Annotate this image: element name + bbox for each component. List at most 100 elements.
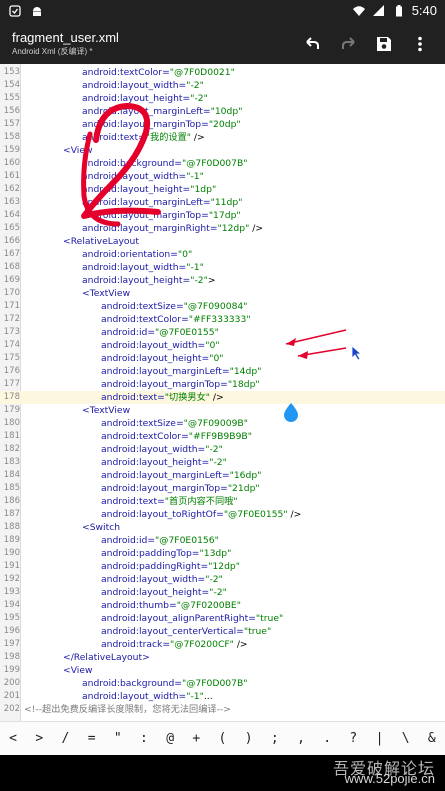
code-line[interactable]: 191 android:paddingRight="12dp" bbox=[0, 560, 445, 573]
more-options-button[interactable] bbox=[408, 32, 432, 56]
symbol-key[interactable]: . bbox=[314, 731, 340, 746]
line-number: 186 bbox=[3, 496, 20, 506]
code-token-tag: <View bbox=[63, 665, 93, 676]
code-line[interactable]: 165 android:layout_marginRight="12dp" /> bbox=[0, 222, 445, 235]
symbol-key[interactable]: : bbox=[131, 731, 157, 746]
code-token-val: "0" bbox=[205, 340, 220, 351]
code-line[interactable]: 181 android:textColor="#FF9B9B9B" bbox=[0, 430, 445, 443]
code-line[interactable]: 154 android:layout_width="-2" bbox=[0, 79, 445, 92]
symbol-key[interactable]: ( bbox=[209, 731, 235, 746]
symbol-key[interactable]: ? bbox=[340, 731, 366, 746]
code-line[interactable]: 180 android:textSize="@7F09009B" bbox=[0, 417, 445, 430]
code-token-val: "12dp" bbox=[217, 223, 250, 234]
symbol-key[interactable]: @ bbox=[157, 731, 183, 746]
code-line[interactable]: 164 android:layout_marginTop="17dp" bbox=[0, 209, 445, 222]
code-line[interactable]: 202 <!--超出免费反编译长度限制，您将无法回编译--> bbox=[0, 703, 445, 716]
status-time: 5:40 bbox=[411, 3, 437, 18]
line-number: 197 bbox=[3, 639, 20, 649]
symbol-key[interactable]: " bbox=[105, 731, 131, 746]
symbol-key[interactable]: < bbox=[0, 731, 26, 746]
code-line[interactable]: 155 android:layout_height="-2" bbox=[0, 92, 445, 105]
code-line[interactable]: 192 android:layout_width="-2" bbox=[0, 573, 445, 586]
navigation-bar: 吾爱破解论坛 www.52pojie.cn bbox=[0, 755, 445, 791]
code-line[interactable]: 197 android:track="@7F0200CF" /> bbox=[0, 638, 445, 651]
code-line[interactable]: 161 android:layout_width="-1" bbox=[0, 170, 445, 183]
code-content: android:layout_marginRight="12dp" /> bbox=[82, 222, 263, 235]
code-line[interactable]: 167 android:orientation="0" bbox=[0, 248, 445, 261]
code-line[interactable]: 194 android:thumb="@7F0200BE" bbox=[0, 599, 445, 612]
symbol-key[interactable]: + bbox=[183, 731, 209, 746]
code-line[interactable]: 188 <Switch bbox=[0, 521, 445, 534]
code-line[interactable]: 169 android:layout_height="-2"> bbox=[0, 274, 445, 287]
symbol-key[interactable]: ; bbox=[262, 731, 288, 746]
code-line[interactable]: 179 <TextView bbox=[0, 404, 445, 417]
code-line[interactable]: 199 <View bbox=[0, 664, 445, 677]
code-line[interactable]: 175 android:layout_height="0" bbox=[0, 352, 445, 365]
undo-button[interactable] bbox=[300, 32, 324, 56]
code-line[interactable]: 153 android:textColor="@7F0D0021" bbox=[0, 66, 445, 79]
code-content: android:layout_width="-1" bbox=[82, 261, 204, 274]
code-line[interactable]: 193 android:layout_height="-2" bbox=[0, 586, 445, 599]
code-line[interactable]: 159 <View bbox=[0, 144, 445, 157]
code-token-val: "true" bbox=[243, 626, 272, 637]
code-line[interactable]: 178 android:text="切换男女" /> bbox=[0, 391, 445, 404]
code-line[interactable]: 172 android:textColor="#FF333333" bbox=[0, 313, 445, 326]
symbol-key[interactable]: & bbox=[419, 731, 445, 746]
redo-button[interactable] bbox=[337, 32, 361, 56]
code-content: android:background="@7F0D007B" bbox=[82, 157, 248, 170]
code-editor[interactable]: 153 android:textColor="@7F0D0021" 154 andro… bbox=[0, 64, 445, 721]
code-content: android:layout_marginTop="21dp" bbox=[101, 482, 260, 495]
code-line[interactable]: 186 android:text="首页内容不同哦" bbox=[0, 495, 445, 508]
code-line[interactable]: 176 android:layout_marginLeft="14dp" bbox=[0, 365, 445, 378]
code-line[interactable]: 168 android:layout_width="-1" bbox=[0, 261, 445, 274]
code-token-attr: android:layout_height= bbox=[82, 275, 191, 286]
code-line[interactable]: 177 android:layout_marginTop="18dp" bbox=[0, 378, 445, 391]
code-line[interactable]: 166 <RelativeLayout bbox=[0, 235, 445, 248]
code-line[interactable]: 173 android:id="@7F0E0155" bbox=[0, 326, 445, 339]
code-line[interactable]: 195 android:layout_alignParentRight="true… bbox=[0, 612, 445, 625]
code-line[interactable]: 190 android:paddingTop="13dp" bbox=[0, 547, 445, 560]
line-number: 162 bbox=[3, 184, 20, 194]
save-button[interactable] bbox=[372, 32, 396, 56]
code-content: android:layout_width="-2" bbox=[101, 573, 223, 586]
code-line[interactable]: 160 android:background="@7F0D007B" bbox=[0, 157, 445, 170]
code-token-attr: android:layout_marginLeft= bbox=[101, 366, 230, 377]
code-token-val: "@7F0E0156" bbox=[155, 535, 219, 546]
code-line[interactable]: 187 android:layout_toRightOf="@7F0E0155" … bbox=[0, 508, 445, 521]
line-number: 182 bbox=[3, 444, 20, 454]
code-line[interactable]: 162 android:layout_height="1dp" bbox=[0, 183, 445, 196]
code-line[interactable]: 171 android:textSize="@7F090084" bbox=[0, 300, 445, 313]
code-line[interactable]: 174 android:layout_width="0" bbox=[0, 339, 445, 352]
code-line[interactable]: 198 </RelativeLayout> bbox=[0, 651, 445, 664]
code-line[interactable]: 185 android:layout_marginTop="21dp" bbox=[0, 482, 445, 495]
line-number: 177 bbox=[3, 379, 20, 389]
code-token-val: "18dp" bbox=[227, 379, 260, 390]
symbol-key[interactable]: > bbox=[26, 731, 52, 746]
code-token-pun: /> bbox=[210, 392, 224, 403]
symbol-key[interactable]: | bbox=[366, 731, 392, 746]
app-bar: fragment_user.xml Android Xml (反编译) * bbox=[0, 24, 445, 64]
code-line[interactable]: 200 android:background="@7F0D007B" bbox=[0, 677, 445, 690]
code-token-val: "10dp" bbox=[210, 106, 243, 117]
code-line[interactable]: 156 android:layout_marginLeft="10dp" bbox=[0, 105, 445, 118]
line-number: 189 bbox=[3, 535, 20, 545]
code-line[interactable]: 196 android:layout_centerVertical="true" bbox=[0, 625, 445, 638]
symbol-key[interactable]: , bbox=[288, 731, 314, 746]
code-token-attr: android:layout_marginRight= bbox=[82, 223, 218, 234]
symbol-key[interactable]: / bbox=[52, 731, 78, 746]
code-content: android:layout_width="-1"... bbox=[82, 690, 213, 703]
code-line[interactable]: 157 android:layout_marginTop="20dp" bbox=[0, 118, 445, 131]
code-line[interactable]: 184 android:layout_marginLeft="16dp" bbox=[0, 469, 445, 482]
symbol-key[interactable]: ) bbox=[236, 731, 262, 746]
code-line[interactable]: 189 android:id="@7F0E0156" bbox=[0, 534, 445, 547]
code-token-attr: android:textSize= bbox=[101, 418, 184, 429]
code-line[interactable]: 201 android:layout_width="-1"... bbox=[0, 690, 445, 703]
symbol-key[interactable]: \ bbox=[393, 731, 419, 746]
code-line[interactable]: 163 android:layout_marginLeft="11dp" bbox=[0, 196, 445, 209]
code-line[interactable]: 158 android:text="我的设置" /> bbox=[0, 131, 445, 144]
code-line[interactable]: 182 android:layout_width="-2" bbox=[0, 443, 445, 456]
code-token-attr: android:layout_width= bbox=[82, 171, 187, 182]
code-line[interactable]: 183 android:layout_height="-2" bbox=[0, 456, 445, 469]
code-line[interactable]: 170 <TextView bbox=[0, 287, 445, 300]
symbol-key[interactable]: = bbox=[79, 731, 105, 746]
